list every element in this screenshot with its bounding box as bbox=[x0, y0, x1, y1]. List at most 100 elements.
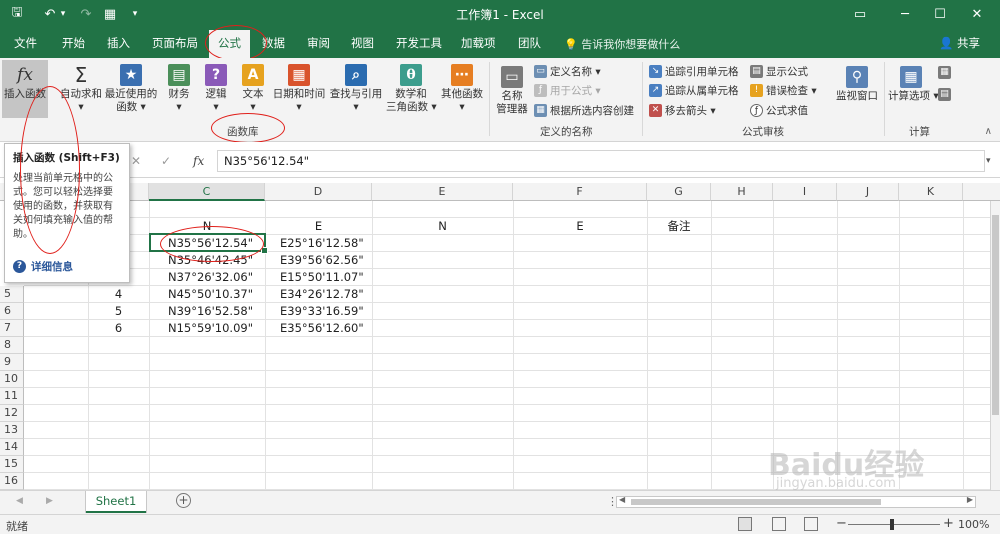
collapse-ribbon-icon[interactable]: ∧ bbox=[985, 126, 992, 137]
vertical-scrollbar-thumb[interactable] bbox=[992, 215, 999, 415]
table-cell-e[interactable]: E39°56'62.56" bbox=[280, 252, 364, 269]
page-layout-view-icon[interactable] bbox=[772, 517, 786, 531]
row-header-6[interactable]: 6 bbox=[0, 303, 24, 320]
formula-input[interactable]: N35°56'12.54" bbox=[217, 150, 985, 172]
share-button[interactable]: 👤 共享 bbox=[939, 35, 980, 51]
page-break-view-icon[interactable] bbox=[804, 517, 818, 531]
calculate-now-button[interactable]: ▦ bbox=[938, 66, 954, 79]
row-header-8[interactable]: 8 bbox=[0, 337, 24, 354]
table-cell-n[interactable]: N45°50'10.37" bbox=[168, 286, 253, 303]
calculate-sheet-button[interactable]: ▤ bbox=[938, 88, 954, 101]
tab-insert[interactable]: 插入 bbox=[107, 35, 130, 51]
column-header-c[interactable]: C bbox=[149, 183, 265, 201]
tab-page-layout[interactable]: 页面布局 bbox=[152, 35, 198, 51]
zoom-in-icon[interactable]: + bbox=[943, 516, 954, 531]
math-trig-button[interactable]: θ 数学和 三角函数 ▾ bbox=[386, 64, 437, 114]
lookup-reference-button[interactable]: ⌕ 查找与引用 ▾ bbox=[329, 64, 383, 114]
tab-file[interactable]: 文件 bbox=[14, 35, 37, 51]
column-header-d[interactable]: D bbox=[265, 183, 372, 201]
row-header-11[interactable]: 11 bbox=[0, 388, 24, 405]
table-cell-no[interactable]: 4 bbox=[88, 286, 149, 303]
tooltip-more-info-link[interactable]: ? 详细信息 bbox=[13, 259, 73, 274]
row-header-9[interactable]: 9 bbox=[0, 354, 24, 371]
cell-f-header[interactable]: E bbox=[513, 218, 647, 235]
table-cell-e[interactable]: E15°50'11.07" bbox=[280, 269, 364, 286]
minimize-button[interactable]: ─ bbox=[890, 4, 920, 24]
cell-e-header[interactable]: N bbox=[372, 218, 513, 235]
enter-icon[interactable]: ✓ bbox=[161, 154, 171, 168]
more-functions-button[interactable]: ⋯ 其他函数 ▾ bbox=[440, 64, 484, 114]
cell-g-header[interactable]: 备注 bbox=[647, 218, 711, 235]
date-time-button[interactable]: ▦ 日期和时间 ▾ bbox=[272, 64, 326, 114]
column-header-i[interactable]: I bbox=[773, 183, 837, 201]
ribbon-display-options-icon[interactable]: ▭ bbox=[845, 4, 875, 24]
tab-home[interactable]: 开始 bbox=[62, 35, 85, 51]
evaluate-formula-button[interactable]: ƒ 公式求值 bbox=[750, 103, 808, 118]
expand-formula-bar-icon[interactable]: ▾ bbox=[986, 156, 991, 166]
tab-view[interactable]: 视图 bbox=[351, 35, 374, 51]
use-in-formula-button[interactable]: ƒ 用于公式 ▾ bbox=[534, 83, 601, 98]
financial-button[interactable]: ▤ 财务 ▾ bbox=[166, 64, 192, 114]
column-header-e[interactable]: E bbox=[372, 183, 513, 201]
error-checking-button[interactable]: ! 错误检查 ▾ bbox=[750, 83, 817, 98]
fx-icon[interactable]: fx bbox=[193, 154, 204, 168]
table-cell-n[interactable]: N15°59'10.09" bbox=[168, 320, 253, 337]
scroll-right-icon[interactable]: ▶ bbox=[46, 496, 53, 506]
name-manager-button[interactable]: ▭ 名称 管理器 bbox=[494, 66, 530, 116]
row-header-5[interactable]: 5 bbox=[0, 286, 24, 303]
table-cell-e[interactable]: E39°33'16.59" bbox=[280, 303, 364, 320]
column-header-k[interactable]: K bbox=[899, 183, 963, 201]
close-button[interactable]: ✕ bbox=[962, 4, 992, 24]
sheet-tab-sheet1[interactable]: Sheet1 bbox=[86, 491, 146, 513]
vertical-scrollbar[interactable] bbox=[990, 201, 1000, 490]
hscroll-right-icon[interactable]: ▶ bbox=[967, 495, 973, 504]
tab-review[interactable]: 审阅 bbox=[307, 35, 330, 51]
row-header-16[interactable]: 16 bbox=[0, 473, 24, 490]
column-header-l[interactable] bbox=[963, 183, 1000, 201]
row-header-12[interactable]: 12 bbox=[0, 405, 24, 422]
row-header-10[interactable]: 10 bbox=[0, 371, 24, 388]
zoom-out-icon[interactable]: − bbox=[836, 516, 847, 531]
zoom-slider-thumb[interactable] bbox=[890, 519, 894, 530]
show-formulas-button[interactable]: ▤ 显示公式 bbox=[750, 64, 808, 79]
column-header-h[interactable]: H bbox=[711, 183, 773, 201]
zoom-slider[interactable] bbox=[848, 519, 940, 530]
logical-button[interactable]: ? 逻辑 ▾ bbox=[203, 64, 229, 114]
tab-team[interactable]: 团队 bbox=[518, 35, 541, 51]
row-header-7[interactable]: 7 bbox=[0, 320, 24, 337]
text-button[interactable]: A 文本 ▾ bbox=[240, 64, 266, 114]
row-header-14[interactable]: 14 bbox=[0, 439, 24, 456]
column-header-f[interactable]: F bbox=[513, 183, 647, 201]
define-name-button[interactable]: ▭ 定义名称 ▾ bbox=[534, 64, 601, 79]
tell-me-box[interactable]: 💡 告诉我你想要做什么 bbox=[564, 36, 680, 52]
horizontal-scrollbar-thumb[interactable] bbox=[631, 499, 881, 505]
normal-view-icon[interactable] bbox=[738, 517, 752, 531]
zoom-level[interactable]: 100% bbox=[958, 518, 989, 531]
add-sheet-icon[interactable]: + bbox=[176, 493, 191, 508]
table-cell-n[interactable]: N37°26'32.06" bbox=[168, 269, 253, 286]
column-header-j[interactable]: J bbox=[837, 183, 899, 201]
table-cell-no[interactable]: 5 bbox=[88, 303, 149, 320]
tab-developer[interactable]: 开发工具 bbox=[396, 35, 442, 51]
table-cell-e[interactable]: E25°16'12.58" bbox=[280, 235, 364, 252]
table-cell-e[interactable]: E35°56'12.60" bbox=[280, 320, 364, 337]
trace-precedents-button[interactable]: ↘ 追踪引用单元格 bbox=[649, 64, 739, 79]
create-from-selection-button[interactable]: ▦ 根据所选内容创建 bbox=[534, 103, 634, 118]
cell-d-header[interactable]: E bbox=[265, 218, 372, 235]
table-cell-no[interactable]: 6 bbox=[88, 320, 149, 337]
watch-window-button[interactable]: ⚲ 监视窗口 bbox=[834, 66, 880, 103]
recently-used-button[interactable]: ★ 最近使用的 函数 ▾ bbox=[104, 64, 158, 114]
row-header-15[interactable]: 15 bbox=[0, 456, 24, 473]
tab-addins[interactable]: 加载项 bbox=[461, 35, 496, 51]
calculation-options-button[interactable]: ▦ 计算选项 ▾ bbox=[888, 66, 939, 103]
table-cell-n[interactable]: N39°16'52.58" bbox=[168, 303, 253, 320]
column-header-g[interactable]: G bbox=[647, 183, 711, 201]
cancel-icon[interactable]: ✕ bbox=[131, 154, 141, 168]
trace-dependents-button[interactable]: ↗ 追踪从属单元格 bbox=[649, 83, 739, 98]
maximize-button[interactable]: ☐ bbox=[925, 4, 955, 24]
horizontal-scrollbar[interactable]: ◀ ▶ bbox=[616, 495, 976, 508]
scroll-left-icon[interactable]: ◀ bbox=[16, 496, 23, 506]
remove-arrows-button[interactable]: ✕ 移去箭头 ▾ bbox=[649, 103, 716, 118]
table-cell-e[interactable]: E34°26'12.78" bbox=[280, 286, 364, 303]
hscroll-left-icon[interactable]: ◀ bbox=[619, 495, 625, 504]
